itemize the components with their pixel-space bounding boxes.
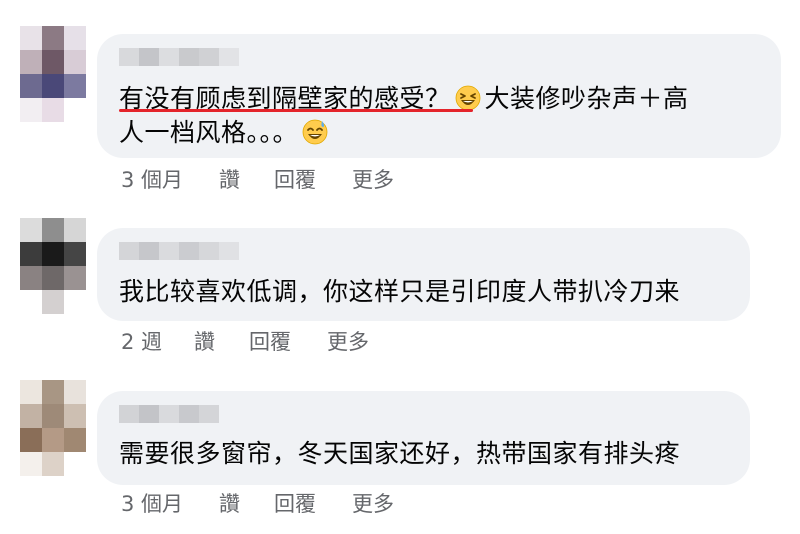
reply-button[interactable]: 回覆 [274, 167, 352, 193]
avatar[interactable] [20, 218, 86, 314]
comment-thread: 有没有顾虑到隔壁家的感受？ 大装修吵杂声＋高 人一档风格。。。 3 個月 讚 回… [0, 0, 800, 534]
avatar[interactable] [20, 26, 86, 122]
author-name[interactable] [119, 242, 239, 260]
grinning-sweat-face-icon [302, 119, 328, 145]
author-name[interactable] [119, 405, 219, 423]
grinning-squinting-face-icon [455, 85, 480, 111]
reply-button[interactable]: 回覆 [249, 329, 327, 355]
more-button[interactable]: 更多 [327, 329, 369, 355]
red-underline [119, 109, 473, 112]
comment-bubble: 我比较喜欢低调，你这样只是引印度人带扒冷刀来 [97, 228, 750, 321]
comment-actions: 3 個月 讚 回覆 更多 [121, 167, 394, 193]
like-button[interactable]: 讚 [219, 167, 274, 193]
comment-actions: 2 週 讚 回覆 更多 [121, 329, 369, 355]
timestamp-link[interactable]: 3 個月 [121, 491, 219, 517]
comment-text-rest: 大装修吵杂声＋高 [484, 84, 689, 113]
author-name[interactable] [119, 48, 239, 66]
like-button[interactable]: 讚 [194, 329, 249, 355]
comment-bubble: 有没有顾虑到隔壁家的感受？ 大装修吵杂声＋高 人一档风格。。。 [97, 34, 781, 158]
timestamp-link[interactable]: 3 個月 [121, 167, 219, 193]
comment-text: 需要很多窗帘，冬天国家还好，热带国家有排头疼 [119, 439, 681, 468]
comment-text-line2-content: 人一档风格。。。 [119, 118, 299, 147]
reply-button[interactable]: 回覆 [274, 491, 352, 517]
more-button[interactable]: 更多 [352, 491, 394, 517]
comment-text-line2: 人一档风格。。。 [119, 116, 332, 149]
avatar[interactable] [20, 380, 86, 476]
comment-text: 我比较喜欢低调，你这样只是引印度人带扒冷刀来 [119, 277, 681, 306]
more-button[interactable]: 更多 [352, 167, 394, 193]
like-button[interactable]: 讚 [219, 491, 274, 517]
comment-actions: 3 個月 讚 回覆 更多 [121, 491, 394, 517]
comment-bubble: 需要很多窗帘，冬天国家还好，热带国家有排头疼 [97, 391, 750, 485]
timestamp-link[interactable]: 2 週 [121, 329, 194, 355]
